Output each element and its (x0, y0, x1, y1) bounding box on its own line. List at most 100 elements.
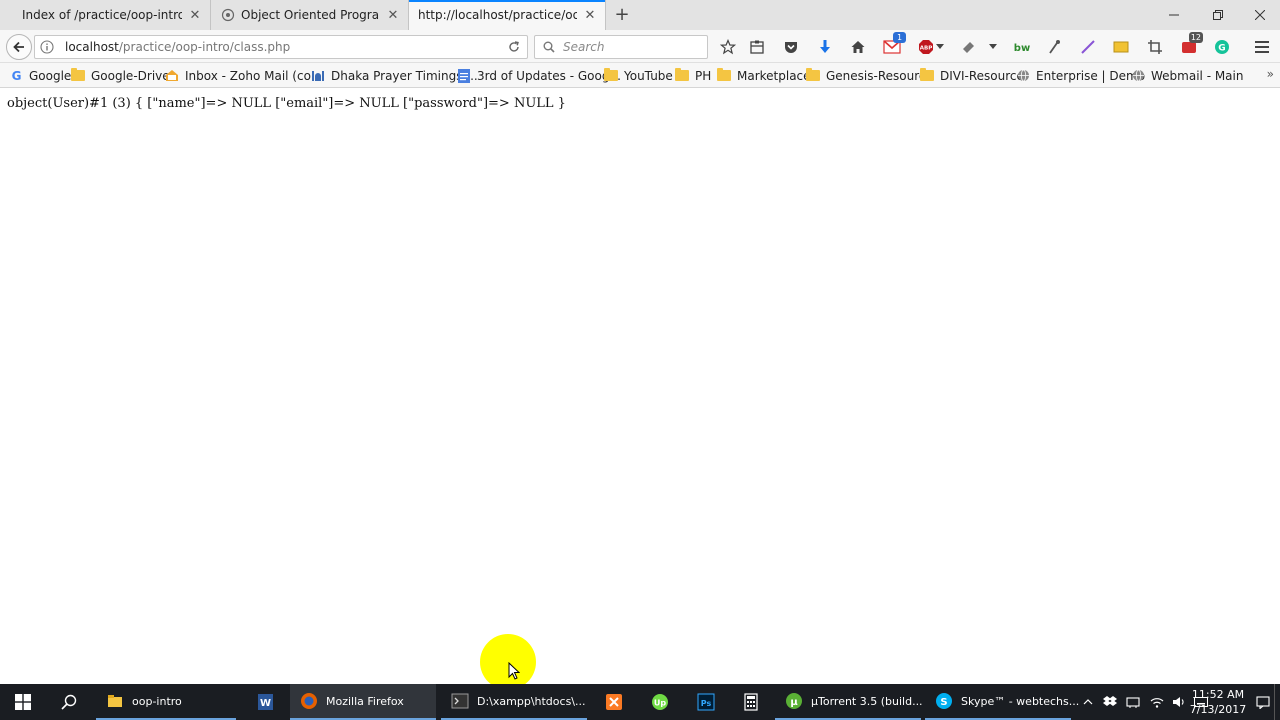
clock-date: 7/13/2017 (1189, 703, 1247, 716)
windows-logo-icon (15, 694, 31, 710)
taskbar-app-terminal[interactable]: D:\xampp\htdocs\... (441, 684, 587, 720)
search-bar[interactable]: Search (534, 35, 708, 59)
taskbar-app-skype[interactable]: S Skype™ - webtechs... (925, 684, 1079, 720)
extension-tool-icon[interactable] (958, 36, 980, 58)
taskbar-app-label: D:\xampp\htdocs\... (477, 694, 586, 708)
tab-localhost-active[interactable]: http://localhost/practice/oop-in ✕ (408, 0, 606, 30)
taskbar-app-utorrent[interactable]: µ µTorrent 3.5 (build... (775, 684, 923, 720)
bookmark-label: PH (695, 68, 712, 83)
reload-icon[interactable] (501, 36, 527, 58)
file-explorer-icon (106, 692, 124, 710)
back-button[interactable] (6, 34, 32, 60)
bookmark-label: YouTube (624, 68, 673, 83)
calculator-icon (744, 693, 758, 711)
globe-icon (221, 8, 235, 22)
folder-icon (806, 68, 820, 83)
svg-text:W: W (260, 698, 271, 709)
tab-index-of[interactable]: Index of /practice/oop-intro ✕ (0, 0, 210, 30)
bookmark-label: Marketplace (737, 68, 811, 83)
download-icon[interactable] (814, 36, 836, 58)
grammarly-icon[interactable]: G (1211, 36, 1233, 58)
taskbar-word-button[interactable]: W (242, 684, 288, 720)
tab-title: Object Oriented Programmi (241, 8, 380, 22)
svg-text:bw: bw (1014, 43, 1030, 53)
tray-wifi-icon[interactable] (1146, 684, 1168, 720)
var-dump-output: object(User)#1 (3) { ["name"]=> NULL ["e… (7, 96, 566, 111)
bookmark-label: Webmail - Main (1151, 68, 1244, 83)
reading-list-icon[interactable] (746, 36, 768, 58)
close-icon[interactable]: ✕ (188, 8, 202, 23)
new-tab-button[interactable]: + (612, 4, 632, 26)
tray-volume-icon[interactable] (1168, 684, 1190, 720)
bookmark-label: DIVI-Resource (940, 68, 1024, 83)
tray-overflow-chevron-up-icon[interactable] (1078, 684, 1098, 720)
word-icon: W (258, 694, 273, 710)
taskbar-app-firefox[interactable]: Mozilla Firefox (290, 684, 436, 720)
taskbar-photoshop-button[interactable]: Ps (683, 684, 729, 720)
bookmark-youtube[interactable]: YouTube (604, 67, 673, 84)
folder-icon (920, 68, 934, 83)
extension-red-icon[interactable]: 12 (1178, 32, 1203, 58)
docs-icon (457, 68, 471, 83)
pen-icon[interactable] (1077, 36, 1099, 58)
tab-object-oriented[interactable]: Object Oriented Programmi ✕ (210, 0, 408, 30)
skype-icon: S (935, 692, 953, 710)
bookmark-webmail-main[interactable]: Webmail - Main (1131, 67, 1243, 84)
clock-time: 11:52 AM (1191, 688, 1245, 701)
svg-text:Ps: Ps (701, 699, 712, 708)
bookmarks-overflow-button[interactable]: » (1267, 67, 1274, 81)
bookmark-dhaka-prayer[interactable]: Dhaka Prayer Timings ... (311, 67, 478, 84)
taskbar-app-label: µTorrent 3.5 (build... (811, 694, 923, 708)
chevron-down-icon[interactable] (934, 36, 946, 58)
mouse-pointer-icon (508, 661, 521, 683)
bookmark-google-drive[interactable]: Google-Drive (71, 67, 170, 84)
taskbar-upwork-button[interactable]: Up (637, 684, 683, 720)
system-clock[interactable]: 11:52 AM 7/13/2017 (1188, 687, 1248, 717)
minimize-button[interactable] (1152, 0, 1196, 30)
eyedropper-icon[interactable] (1043, 36, 1065, 58)
bookmark-label: Enterprise | Demo (1036, 68, 1146, 83)
tray-network-adapter-icon[interactable] (1122, 684, 1144, 720)
home-icon[interactable] (847, 36, 869, 58)
extension-bw-icon[interactable]: bw (1011, 36, 1033, 58)
restore-button[interactable] (1196, 0, 1240, 30)
bookmark-enterprise-demo[interactable]: Enterprise | Demo (1016, 67, 1145, 84)
search-button[interactable] (46, 684, 92, 720)
taskbar-app-label: oop-intro (132, 694, 182, 708)
globe-icon (1016, 69, 1030, 83)
bookmark-marketplace[interactable]: Marketplace (717, 67, 811, 84)
close-icon[interactable]: ✕ (386, 8, 400, 23)
chevron-down-icon[interactable] (986, 36, 1000, 58)
bookmark-ph[interactable]: PH (675, 67, 711, 84)
mosque-icon (311, 69, 325, 83)
info-icon[interactable] (35, 36, 59, 58)
url-path: /practice/oop-intro/class.php (118, 40, 291, 54)
taskbar-xampp-button[interactable] (591, 684, 637, 720)
photoshop-icon: Ps (697, 693, 715, 711)
pocket-icon[interactable] (780, 36, 802, 58)
taskbar-app-explorer[interactable]: oop-intro (96, 684, 236, 720)
bookmark-google[interactable]: G Google (9, 67, 71, 84)
bookmark-3rd-of-updates[interactable]: 3rd of Updates - Goog... (457, 67, 621, 84)
bookmark-genesis-resource[interactable]: Genesis-Resource (806, 67, 933, 84)
crop-icon[interactable] (1144, 36, 1166, 58)
bookmark-star-icon[interactable] (717, 36, 739, 58)
zoho-mail-icon (165, 69, 179, 83)
address-bar[interactable]: localhost/practice/oop-intro/class.php (34, 35, 528, 59)
bookmark-label: Google-Drive (91, 68, 170, 83)
search-icon (543, 41, 555, 53)
start-button[interactable] (0, 684, 46, 720)
gmail-checker-icon[interactable]: 1 (881, 32, 906, 58)
show-desktop-button[interactable] (1274, 684, 1280, 720)
menu-icon[interactable] (1251, 36, 1273, 58)
firefox-icon (300, 692, 318, 710)
notes-icon[interactable] (1110, 36, 1132, 58)
action-center-icon[interactable] (1254, 684, 1272, 720)
close-window-button[interactable] (1238, 0, 1280, 30)
close-icon[interactable]: ✕ (583, 8, 597, 23)
url-text[interactable]: localhost/practice/oop-intro/class.php (59, 40, 501, 54)
bookmark-zoho-mail[interactable]: Inbox - Zoho Mail (co... (165, 67, 322, 84)
bookmark-divi-resource[interactable]: DIVI-Resource (920, 67, 1024, 84)
tray-dropbox-icon[interactable] (1100, 684, 1120, 720)
taskbar-calculator-button[interactable] (728, 684, 774, 720)
